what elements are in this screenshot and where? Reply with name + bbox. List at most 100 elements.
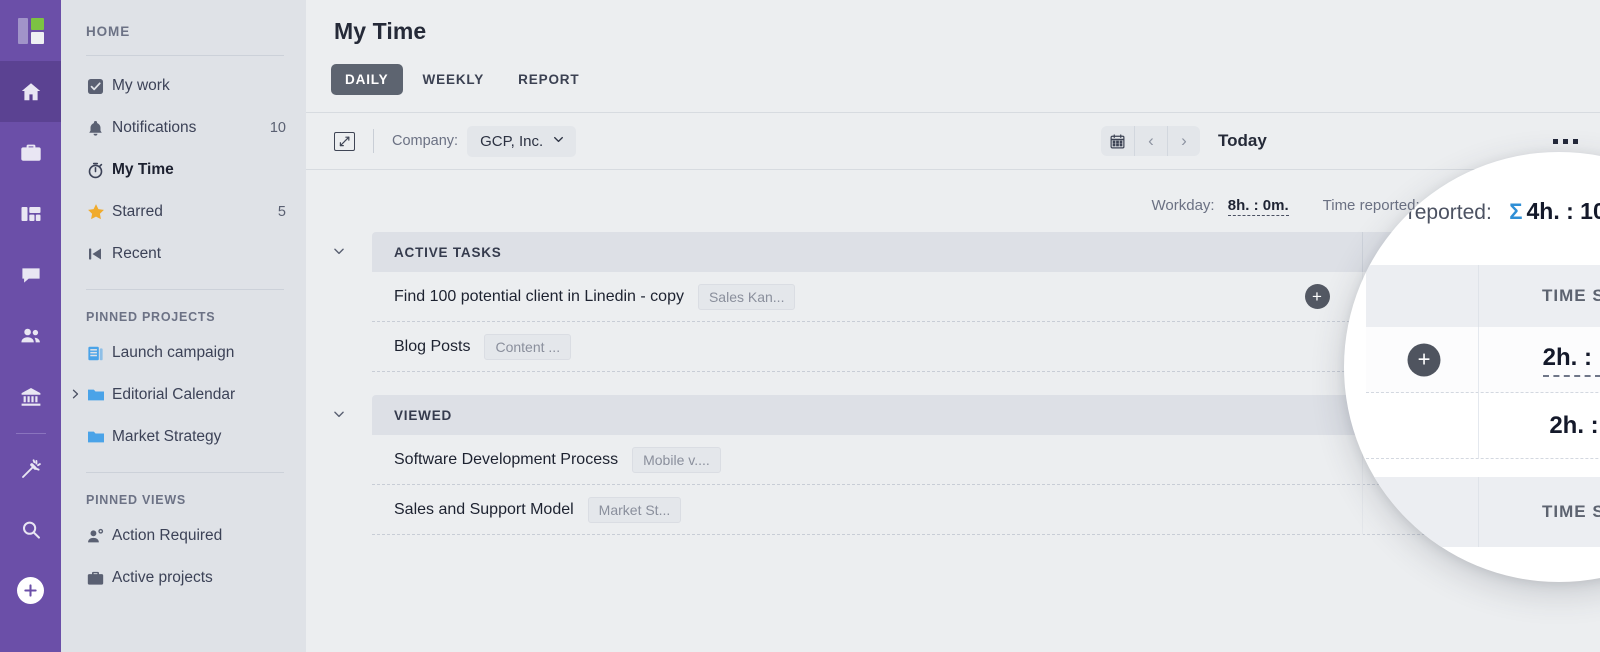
task-name: Software Development Process [394, 450, 619, 468]
workday-summary: Workday: 8h. : 0m. [1151, 197, 1289, 216]
sidebar-item-label: Editorial Calendar [112, 386, 236, 403]
app-root: HOME My work Notifications 10 My Time St… [0, 0, 1600, 652]
view-tabs: DAILY WEEKLY REPORT [306, 45, 1600, 95]
sidebar-item-label: Launch campaign [112, 344, 235, 361]
magnified-column-header-time-spent: TIME SPENT [1541, 286, 1600, 305]
sidebar-item-label: Market Strategy [112, 428, 222, 445]
add-time-button[interactable]: + [1407, 343, 1441, 376]
sidebar-item-my-time[interactable]: My Time [61, 149, 306, 191]
magnified-time-cell: 2h. : 0m. [1478, 393, 1600, 459]
bell-icon [86, 119, 112, 138]
sidebar-item-count: 5 [277, 204, 286, 220]
task-name: Find 100 potential client in Linedin - c… [394, 287, 684, 305]
chevron-down-icon[interactable] [332, 244, 346, 261]
sidebar-main-list: My work Notifications 10 My Time Starred… [61, 56, 306, 275]
sigma-icon: Σ [1509, 199, 1523, 224]
calendar-icon[interactable] [1101, 126, 1134, 156]
add-icon [17, 577, 44, 604]
magnified-table-row[interactable]: 2h. : 0m. [1366, 393, 1600, 459]
magnified-time-reported-label: Time reported: [1356, 201, 1492, 224]
collapse-icon[interactable] [334, 131, 355, 151]
rail-item-automation[interactable] [0, 438, 61, 499]
tab-daily[interactable]: DAILY [331, 64, 403, 95]
skip-back-icon [86, 245, 112, 263]
people-icon [19, 324, 43, 348]
icon-rail [0, 0, 61, 652]
sidebar-item-starred[interactable]: Starred 5 [61, 191, 306, 233]
company-label: Company: [392, 133, 459, 149]
rail-item-add[interactable] [0, 560, 61, 621]
sidebar-item-active-projects[interactable]: Active projects [61, 557, 306, 599]
sidebar-item-action-required[interactable]: Action Required [61, 515, 306, 557]
workday-label: Workday: [1151, 197, 1215, 214]
tab-report[interactable]: REPORT [504, 64, 593, 95]
group-title: VIEWED [394, 407, 453, 423]
sidebar-pinned-projects-list: Launch campaign Editorial Calendar Marke… [61, 332, 306, 458]
sidebar-item-market-strategy[interactable]: Market Strategy [61, 416, 306, 458]
sidebar-section-pinned-views: PINNED VIEWS [86, 493, 186, 507]
chat-icon [19, 263, 43, 287]
sidebar-item-label: Notifications [112, 119, 197, 136]
sidebar-item-label: Recent [112, 245, 162, 262]
task-project-chip[interactable]: Sales Kan... [697, 283, 796, 310]
sidebar-section-pinned-projects: PINNED PROJECTS [86, 310, 216, 324]
rail-item-search[interactable] [0, 499, 61, 560]
star-icon [86, 202, 112, 222]
magnifier-content: Time reported: Σ4h. : 10m. TIME SPENT + … [1344, 152, 1600, 582]
magnified-time-value[interactable]: 2h. : 10m. [1542, 344, 1600, 377]
next-day-button[interactable]: › [1167, 126, 1200, 156]
rail-item-dashboard[interactable] [0, 183, 61, 244]
date-navigation: ‹ › Today [1101, 126, 1267, 156]
sidebar-item-recent[interactable]: Recent [61, 233, 306, 275]
add-time-button[interactable]: + [1304, 284, 1330, 309]
magnified-table-header-2: TIME SPENT [1366, 477, 1600, 547]
chevron-down-icon [552, 133, 565, 150]
folder-icon [86, 385, 112, 405]
rail-item-people[interactable] [0, 305, 61, 366]
task-name: Sales and Support Model [394, 500, 574, 518]
task-name: Blog Posts [394, 337, 471, 355]
chevron-right-icon[interactable] [69, 388, 81, 402]
dashboard-icon [19, 202, 43, 226]
rail-item-organization[interactable] [0, 366, 61, 427]
sidebar-title: HOME [86, 24, 131, 39]
sidebar-item-editorial-calendar[interactable]: Editorial Calendar [61, 374, 306, 416]
rail-item-chat[interactable] [0, 244, 61, 305]
rail-item-home[interactable] [0, 61, 61, 122]
search-icon [19, 518, 43, 542]
prev-day-button[interactable]: ‹ [1134, 126, 1167, 156]
chevron-down-icon[interactable] [332, 407, 346, 424]
date-nav-group: ‹ › [1101, 126, 1200, 156]
workday-value[interactable]: 8h. : 0m. [1227, 197, 1289, 216]
sidebar-item-launch-campaign[interactable]: Launch campaign [61, 332, 306, 374]
bank-icon [19, 385, 43, 409]
magnified-time-reported: Time reported: Σ4h. : 10m. [1356, 198, 1600, 225]
briefcase-icon [19, 141, 43, 165]
magnified-time-reported-value: 4h. : 10m. [1526, 198, 1600, 224]
main-area: My Time DAILY WEEKLY REPORT Company: GCP… [306, 0, 1600, 652]
magnified-time-value[interactable]: 2h. : 0m. [1549, 412, 1600, 440]
task-project-chip[interactable]: Content ... [484, 333, 572, 360]
tab-weekly[interactable]: WEEKLY [409, 64, 499, 95]
more-options-icon[interactable] [1553, 138, 1578, 144]
sidebar-item-label: Active projects [112, 569, 213, 586]
magnified-table-header: TIME SPENT [1366, 265, 1600, 327]
task-project-chip[interactable]: Market St... [587, 496, 682, 523]
toolbar-divider [373, 129, 374, 153]
rail-item-projects[interactable] [0, 122, 61, 183]
stopwatch-icon [86, 161, 112, 180]
folder-icon [86, 427, 112, 447]
sidebar-item-label: My Time [112, 161, 174, 178]
task-project-chip[interactable]: Mobile v.... [632, 446, 721, 473]
app-logo[interactable] [0, 0, 61, 61]
sidebar-item-label: Action Required [112, 527, 223, 544]
sidebar-item-notifications[interactable]: Notifications 10 [61, 107, 306, 149]
sidebar-item-my-work[interactable]: My work [61, 65, 306, 107]
magnifier-overlay: Time reported: Σ4h. : 10m. TIME SPENT + … [1344, 152, 1600, 582]
board-icon [86, 344, 112, 363]
magnified-table: TIME SPENT + 2h. : 10m. ✕ 2h. : 0m. [1366, 265, 1600, 459]
magnified-column-header-time-spent-2: TIME SPENT [1541, 502, 1600, 521]
magnified-table-row[interactable]: + 2h. : 10m. ✕ [1366, 327, 1600, 393]
company-select[interactable]: GCP, Inc. [467, 125, 577, 157]
sidebar-pinned-views-list: Action Required Active projects [61, 515, 306, 599]
